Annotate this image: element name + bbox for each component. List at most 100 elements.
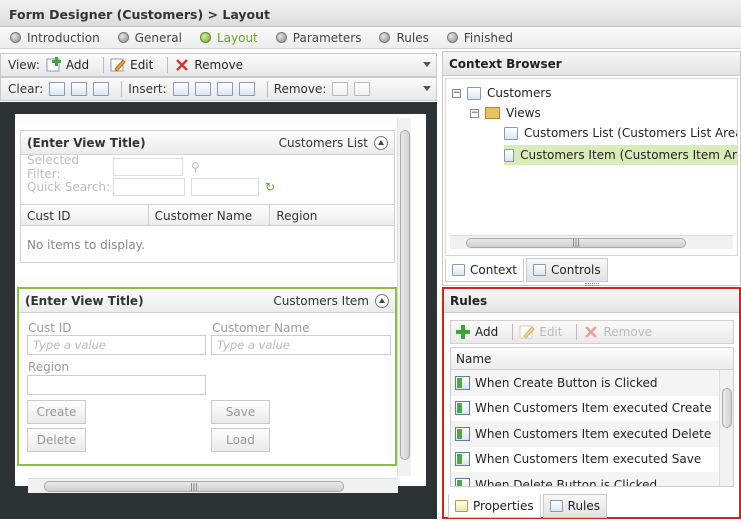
- rule-item[interactable]: When Customers Item executed Create: [451, 396, 733, 422]
- tab-label: Controls: [551, 263, 601, 277]
- remove-column-icon[interactable]: [332, 82, 349, 96]
- step-label: Introduction: [27, 30, 100, 45]
- column-header[interactable]: Customer Name: [149, 205, 271, 225]
- step-layout[interactable]: Layout: [199, 30, 258, 45]
- remove-row-icon[interactable]: [354, 82, 371, 96]
- form-horizontal-scrollbar[interactable]: |||: [28, 478, 398, 493]
- toolbar-overflow-icon[interactable]: [423, 62, 431, 67]
- panel-title: Context Browser: [443, 52, 740, 76]
- view-header: (Enter View Title) Customers List: [21, 131, 394, 155]
- toolbar-divider: [512, 324, 514, 340]
- view-title[interactable]: (Enter View Title): [25, 294, 144, 308]
- rule-item[interactable]: When Customers Item executed Delete: [451, 421, 733, 447]
- step-finished[interactable]: Finished: [446, 31, 513, 45]
- selected-filter-select[interactable]: [113, 158, 183, 176]
- add-view-button[interactable]: Add: [46, 57, 89, 73]
- region-select[interactable]: [27, 375, 206, 395]
- add-view-icon: [46, 57, 61, 72]
- tree-node-view-selected[interactable]: Customers Item (Customers Item Are: [504, 145, 737, 165]
- step-introduction[interactable]: Introduction: [10, 31, 100, 45]
- tree-horizontal-scrollbar[interactable]: |||: [450, 235, 733, 249]
- quick-search-select[interactable]: [113, 178, 185, 196]
- remove-view-icon: [176, 59, 189, 71]
- step-general[interactable]: General: [117, 31, 182, 45]
- tab-context[interactable]: Context: [445, 258, 525, 282]
- view-toolbar: View: Add Edit Remove: [0, 53, 437, 77]
- insert-row-below-icon[interactable]: [238, 82, 255, 96]
- customer-name-field[interactable]: Type a value: [211, 335, 391, 355]
- tab-controls[interactable]: Controls: [526, 258, 608, 282]
- scrollbar-thumb[interactable]: [722, 388, 732, 428]
- tab-rules[interactable]: Rules: [542, 494, 608, 518]
- context-tabs: Context Controls: [445, 258, 610, 282]
- edit-view-button[interactable]: Edit: [110, 57, 153, 73]
- remove-rule-icon: [585, 326, 598, 338]
- create-button[interactable]: Create: [27, 400, 86, 424]
- insert-column-left-icon[interactable]: [172, 82, 189, 96]
- customer-name-label: Customer Name: [212, 321, 310, 335]
- column-header[interactable]: Region: [270, 205, 394, 225]
- rules-icon: [549, 500, 563, 512]
- clear-column-icon[interactable]: [71, 82, 88, 96]
- save-button[interactable]: Save: [211, 400, 270, 424]
- remove-view-button[interactable]: Remove: [174, 57, 243, 73]
- edit-rule-icon: [519, 325, 535, 339]
- tree-node-views[interactable]: − Views: [470, 106, 541, 120]
- edit-view-icon: [110, 58, 126, 72]
- tree-node-view[interactable]: Customers List (Customers List Area: [504, 126, 737, 140]
- refresh-icon: ↻: [265, 180, 276, 194]
- rule-item[interactable]: When Create Button is Clicked: [451, 370, 733, 396]
- quick-search-input[interactable]: [191, 178, 259, 196]
- tab-label: Rules: [567, 499, 601, 513]
- clear-row-icon[interactable]: [93, 82, 110, 96]
- rules-items: When Create Button is Clicked When Custo…: [451, 370, 733, 487]
- rule-label: When Delete Button is Clicked: [475, 477, 658, 487]
- rules-vertical-scrollbar[interactable]: [719, 370, 733, 486]
- view-toolbar-label: View:: [8, 58, 40, 72]
- scrollbar-thumb[interactable]: [400, 130, 410, 460]
- rule-item[interactable]: When Customers Item executed Save: [451, 447, 733, 473]
- rules-column-header[interactable]: Name: [451, 348, 733, 370]
- remove-rule-label: Remove: [603, 325, 653, 339]
- add-rule-button[interactable]: Add: [455, 324, 498, 340]
- remove-rule-button[interactable]: Remove: [583, 324, 652, 340]
- tab-properties[interactable]: Properties: [448, 494, 541, 518]
- insert-row-above-icon[interactable]: [216, 82, 233, 96]
- view-title[interactable]: (Enter View Title): [27, 136, 146, 150]
- step-rules[interactable]: Rules: [379, 31, 429, 45]
- splitter-handle[interactable]: [585, 283, 599, 286]
- tree-node-root[interactable]: − Customers: [452, 86, 552, 100]
- controls-icon: [533, 264, 547, 276]
- column-header[interactable]: Cust ID: [21, 205, 149, 225]
- edit-rule-button[interactable]: Edit: [519, 324, 562, 340]
- collapse-icon[interactable]: [374, 135, 388, 150]
- load-button[interactable]: Load: [211, 428, 270, 452]
- scrollbar-thumb[interactable]: |||: [44, 481, 344, 492]
- delete-button[interactable]: Delete: [27, 428, 86, 452]
- rule-item[interactable]: When Delete Button is Clicked: [451, 472, 733, 487]
- step-label: Layout: [216, 30, 258, 45]
- cust-id-field[interactable]: Type a value: [27, 335, 206, 355]
- scrollbar-thumb[interactable]: |||: [466, 238, 686, 248]
- rule-label: When Create Button is Clicked: [475, 375, 658, 390]
- insert-column-right-icon[interactable]: [194, 82, 211, 96]
- toolbar-divider: [576, 324, 578, 340]
- toolbar-overflow-icon[interactable]: [423, 86, 431, 91]
- clear-cell-icon[interactable]: [49, 82, 66, 96]
- view-customers-item[interactable]: (Enter View Title) Customers Item Cust I…: [17, 287, 397, 466]
- rules-tabs: Properties Rules: [448, 494, 609, 518]
- grid-header: Cust ID Customer Name Region: [21, 204, 394, 226]
- step-parameters[interactable]: Parameters: [275, 31, 361, 45]
- form-vertical-scrollbar[interactable]: [397, 118, 411, 476]
- view-customers-list[interactable]: (Enter View Title) Customers List Select…: [20, 130, 395, 263]
- rule-icon: [455, 452, 470, 467]
- collapse-icon[interactable]: [375, 293, 389, 308]
- remove-view-label: Remove: [194, 58, 244, 72]
- collapse-toggle-icon[interactable]: −: [452, 88, 461, 98]
- toolbar-divider: [167, 57, 169, 73]
- step-dot-icon: [446, 32, 458, 43]
- view-header: (Enter View Title) Customers Item: [19, 289, 395, 313]
- quick-search-label: Quick Search:: [27, 180, 111, 194]
- collapse-toggle-icon[interactable]: −: [470, 108, 479, 118]
- rule-icon: [455, 375, 470, 390]
